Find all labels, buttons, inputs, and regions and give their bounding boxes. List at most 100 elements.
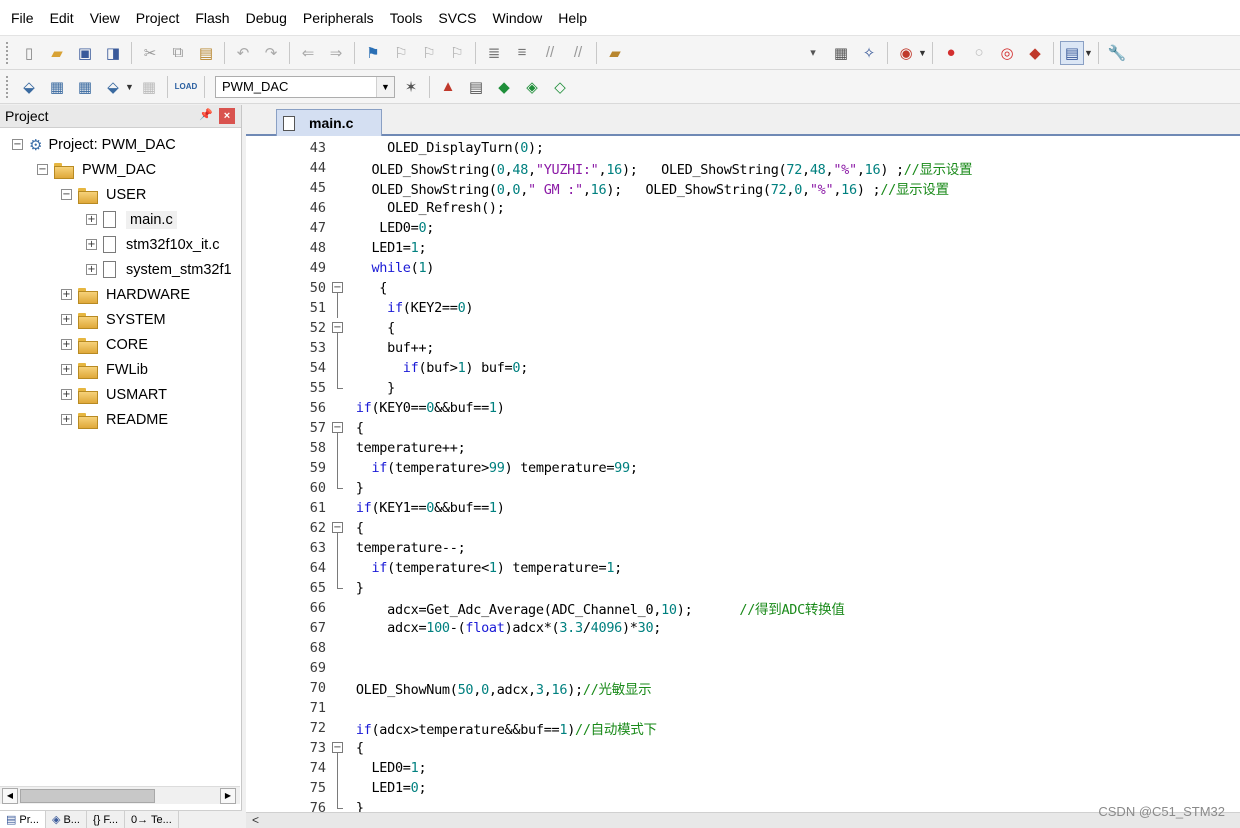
tree-target[interactable]: − PWM_DAC xyxy=(0,157,241,182)
code-line[interactable]: 51 if(KEY2==0) xyxy=(246,298,1240,318)
configure-icon[interactable]: 🔧 xyxy=(1105,41,1129,65)
chevron-down-icon[interactable]: ▼ xyxy=(1084,48,1094,58)
code-line[interactable]: 74 LED0=1; xyxy=(246,758,1240,778)
batch-build-icon[interactable]: ⬙ xyxy=(101,75,125,99)
fold-gutter[interactable]: − xyxy=(326,318,348,338)
load-download-icon[interactable]: LOAD xyxy=(174,75,198,99)
code-line[interactable]: 59 if(temperature>99) temperature=99; xyxy=(246,458,1240,478)
open-folder-icon[interactable]: ▰ xyxy=(45,41,69,65)
breakpoint-icon[interactable]: ● xyxy=(939,41,963,65)
pack-installer-icon[interactable]: ◆ xyxy=(492,75,516,99)
collapse-icon[interactable]: − xyxy=(37,164,48,175)
menu-file[interactable]: File xyxy=(0,0,42,36)
build-icon[interactable]: ▦ xyxy=(45,75,69,99)
chevron-down-icon[interactable]: ▼ xyxy=(918,48,928,58)
undo-icon[interactable]: ↶ xyxy=(231,41,255,65)
expand-icon[interactable]: + xyxy=(86,264,97,275)
code-line[interactable]: 46 OLED_Refresh(); xyxy=(246,198,1240,218)
code-line[interactable]: 44 OLED_ShowString(0,48,"YUZHI:",16); OL… xyxy=(246,158,1240,178)
fold-gutter[interactable]: − xyxy=(326,518,348,538)
collapse-icon[interactable]: − xyxy=(332,422,343,433)
cut-icon[interactable]: ✂ xyxy=(138,41,162,65)
paste-icon[interactable]: ▤ xyxy=(194,41,218,65)
editor-horizontal-scrollbar[interactable]: < xyxy=(246,812,1240,828)
menu-debug[interactable]: Debug xyxy=(238,0,295,36)
code-line[interactable]: 47 LED0=0; xyxy=(246,218,1240,238)
tree-group-user[interactable]: − USER xyxy=(0,182,241,207)
menu-window[interactable]: Window xyxy=(485,0,551,36)
tree-group-fwlib[interactable]: + FWLib xyxy=(0,357,241,382)
run-time-env-icon[interactable]: ◇ xyxy=(548,75,572,99)
expand-icon[interactable]: + xyxy=(61,289,72,300)
menu-svcs[interactable]: SVCS xyxy=(430,0,484,36)
tab-project[interactable]: ▤ Pr... xyxy=(0,811,46,828)
code-line[interactable]: 62− { xyxy=(246,518,1240,538)
code-line[interactable]: 73− { xyxy=(246,738,1240,758)
indent-icon[interactable]: ≣ xyxy=(482,41,506,65)
kill-breakpoints-icon[interactable]: ◆ xyxy=(1023,41,1047,65)
browse-icon[interactable]: ✧ xyxy=(857,41,881,65)
code-line[interactable]: 45 OLED_ShowString(0,0," GM :",16); OLED… xyxy=(246,178,1240,198)
menu-tools[interactable]: Tools xyxy=(382,0,431,36)
new-file-icon[interactable]: ▯ xyxy=(17,41,41,65)
nav-forward-icon[interactable]: ⇒ xyxy=(324,41,348,65)
code-line[interactable]: 64 if(temperature<1) temperature=1; xyxy=(246,558,1240,578)
tree-group-hardware[interactable]: + HARDWARE xyxy=(0,282,241,307)
code-line[interactable]: 53 buf++; xyxy=(246,338,1240,358)
tree-group-core[interactable]: + CORE xyxy=(0,332,241,357)
code-line[interactable]: 50− { xyxy=(246,278,1240,298)
save-icon[interactable]: ▣ xyxy=(73,41,97,65)
code-line[interactable]: 43 OLED_DisplayTurn(0); xyxy=(246,138,1240,158)
menu-help[interactable]: Help xyxy=(550,0,595,36)
redo-icon[interactable]: ↷ xyxy=(259,41,283,65)
code-line[interactable]: 71 xyxy=(246,698,1240,718)
debug-session-icon[interactable]: ◉ xyxy=(894,41,918,65)
scrollbar-thumb[interactable] xyxy=(20,789,155,803)
code-line[interactable]: 55 } xyxy=(246,378,1240,398)
fold-gutter[interactable]: − xyxy=(326,738,348,758)
code-line[interactable]: 48 LED1=1; xyxy=(246,238,1240,258)
stop-build-icon[interactable]: ▦ xyxy=(137,75,161,99)
pin-icon[interactable]: 📌 xyxy=(199,108,213,121)
save-all-icon[interactable]: ◨ xyxy=(101,41,125,65)
tree-group-readme[interactable]: + README xyxy=(0,407,241,432)
project-horizontal-scrollbar[interactable]: ◀ ▶ xyxy=(0,786,240,804)
code-line[interactable]: 72 if(adcx>temperature&&buf==1)//自动模式下 xyxy=(246,718,1240,738)
unindent-icon[interactable]: ≡ xyxy=(510,41,534,65)
expand-icon[interactable]: + xyxy=(61,364,72,375)
collapse-icon[interactable]: − xyxy=(12,139,23,150)
translate-icon[interactable]: ⬙ xyxy=(17,75,41,99)
select-packs-icon[interactable]: ◈ xyxy=(520,75,544,99)
expand-icon[interactable]: + xyxy=(61,389,72,400)
expand-icon[interactable]: + xyxy=(61,314,72,325)
code-line[interactable]: 57− { xyxy=(246,418,1240,438)
nav-back-icon[interactable]: ⇐ xyxy=(296,41,320,65)
close-icon[interactable]: × xyxy=(219,108,235,124)
scroll-right-icon[interactable]: ▶ xyxy=(220,788,236,804)
code-line[interactable]: 49 while(1) xyxy=(246,258,1240,278)
tree-group-usmart[interactable]: + USMART xyxy=(0,382,241,407)
menu-peripherals[interactable]: Peripherals xyxy=(295,0,382,36)
code-line[interactable]: 54 if(buf>1) buf=0; xyxy=(246,358,1240,378)
code-line[interactable]: 75 LED1=0; xyxy=(246,778,1240,798)
code-line[interactable]: 70 OLED_ShowNum(50,0,adcx,3,16);//光敏显示 xyxy=(246,678,1240,698)
disable-all-breakpoints-icon[interactable]: ◎ xyxy=(995,41,1019,65)
find-in-files-icon[interactable]: ▰ xyxy=(603,41,627,65)
expand-icon[interactable]: + xyxy=(86,239,97,250)
tree-group-system[interactable]: + SYSTEM xyxy=(0,307,241,332)
expand-icon[interactable]: + xyxy=(86,214,97,225)
fold-gutter[interactable]: − xyxy=(326,418,348,438)
clear-bookmarks-icon[interactable]: ⚐ xyxy=(445,41,469,65)
tab-main-c[interactable]: main.c xyxy=(276,109,382,136)
code-editor[interactable]: 43 OLED_DisplayTurn(0); 44 OLED_ShowStrin… xyxy=(246,138,1240,812)
tab-books[interactable]: ◈ B... xyxy=(46,811,87,828)
menu-view[interactable]: View xyxy=(82,0,128,36)
uncomment-icon[interactable]: // xyxy=(566,41,590,65)
window-layout-icon[interactable]: ▤ xyxy=(1060,40,1084,65)
collapse-icon[interactable]: − xyxy=(332,282,343,293)
collapse-icon[interactable]: − xyxy=(332,522,343,533)
target-options-icon[interactable]: ✶ xyxy=(399,75,423,99)
code-line[interactable]: 67 adcx=100-(float)adcx*(3.3/4096)*30; xyxy=(246,618,1240,638)
tab-templates[interactable]: 0→ Te... xyxy=(125,811,179,828)
expand-icon[interactable]: + xyxy=(61,414,72,425)
